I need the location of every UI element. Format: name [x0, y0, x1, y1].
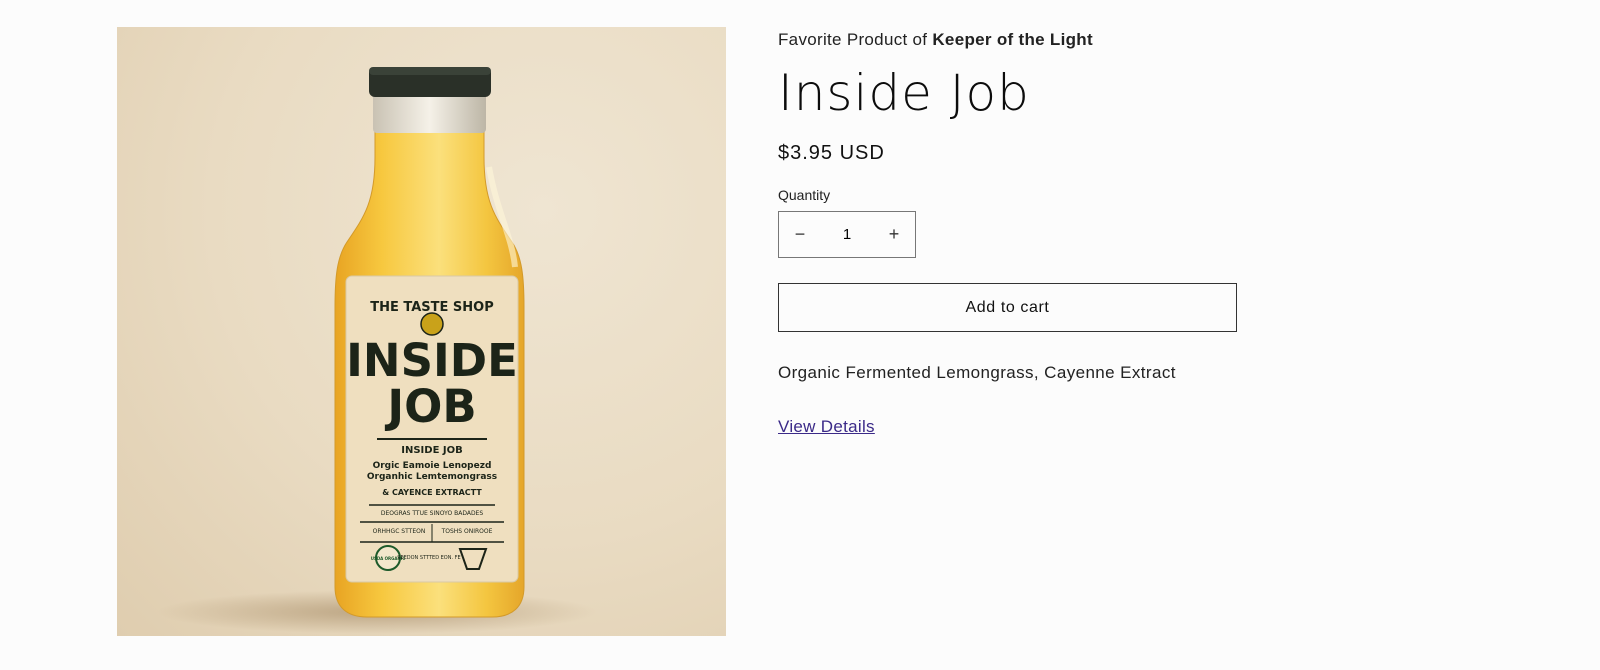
add-to-cart-button[interactable]: Add to cart [778, 283, 1237, 332]
product-description: Organic Fermented Lemongrass, Cayenne Ex… [778, 363, 1176, 382]
label-name-line2: JOB [384, 380, 476, 433]
vendor-name: Keeper of the Light [932, 30, 1093, 49]
label-line3: & CAYENCE EXTRACTT [382, 488, 482, 497]
label-small2a: ORHHGC STTEON [373, 528, 426, 535]
product-image[interactable]: THE TASTE SHOP INSIDE JOB INSIDE JOB Org… [117, 27, 726, 636]
decrease-quantity-button[interactable]: − [779, 212, 821, 257]
product-title: Inside Job [778, 64, 1030, 122]
label-line1: Orgic Eamoie Lenopezd [373, 461, 492, 471]
view-details-link[interactable]: View Details [778, 417, 875, 437]
quantity-label: Quantity [778, 187, 831, 203]
label-subtitle: INSIDE JOB [401, 445, 462, 456]
product-info: Favorite Product of Keeper of the Light … [778, 30, 1238, 437]
label-small3: SEEDON STTTED EON. FE [397, 555, 460, 561]
increase-quantity-button[interactable]: + [873, 212, 915, 257]
quantity-stepper: − + [778, 211, 916, 258]
quantity-input[interactable] [821, 225, 873, 244]
label-small1: DEOGRAS TTUE SINOYO BADADES [381, 510, 484, 517]
label-small2b: TOSHS ONIROOE [441, 528, 493, 535]
vendor-prefix: Favorite Product of [778, 30, 928, 49]
juice-bottle-image: THE TASTE SHOP INSIDE JOB INSIDE JOB Org… [157, 67, 597, 634]
vendor-line: Favorite Product of Keeper of the Light [778, 30, 1238, 54]
label-line2: Organhic Lemtemongrass [367, 472, 497, 482]
product-price: $3.95 USD [778, 142, 885, 164]
